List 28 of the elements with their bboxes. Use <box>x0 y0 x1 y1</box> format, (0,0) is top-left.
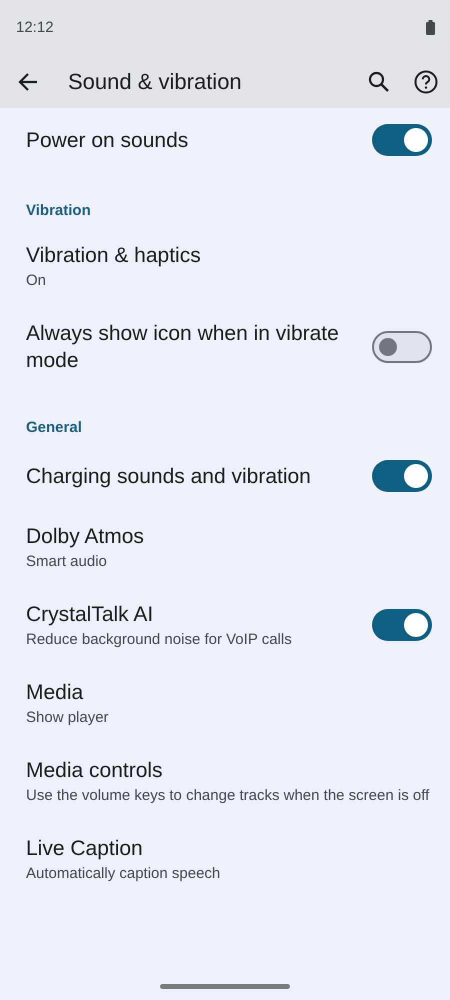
section-header: General <box>26 418 83 438</box>
setting-title: Vibration & haptics <box>26 243 202 269</box>
setting-summary: On <box>26 271 48 290</box>
section-header: Vibration <box>26 201 92 221</box>
setting-summary: Show player <box>26 708 110 727</box>
app-bar-title: Sound & vibration <box>68 68 243 94</box>
toggle-switch[interactable] <box>372 460 432 492</box>
battery-icon <box>426 20 435 35</box>
setting-summary: Reduce background noise for VoIP calls <box>26 630 293 649</box>
setting-summary: Smart audio <box>26 552 108 571</box>
setting-title: Charging sounds and vibration <box>26 464 312 490</box>
setting-title: Power on sounds <box>26 128 190 154</box>
status-time: 12:12 <box>16 19 54 36</box>
gesture-handle[interactable] <box>160 984 290 989</box>
setting-title: Media <box>26 680 84 706</box>
help-icon[interactable] <box>414 70 438 94</box>
setting-summary: Automatically caption speech <box>26 864 222 883</box>
search-icon[interactable] <box>368 70 390 92</box>
setting-title: Always show icon when in vibrate mode <box>26 321 340 374</box>
back-icon[interactable] <box>18 72 38 90</box>
toggle-switch[interactable] <box>372 331 432 363</box>
setting-summary: Use the volume keys to change tracks when the screen is off <box>26 786 430 805</box>
setting-title: Live Caption <box>26 836 144 862</box>
setting-title: Dolby Atmos <box>26 524 145 550</box>
setting-title: Media controls <box>26 758 164 784</box>
setting-title: CrystalTalk AI <box>26 602 154 628</box>
toggle-switch[interactable] <box>372 609 432 641</box>
toggle-switch[interactable] <box>372 124 432 156</box>
